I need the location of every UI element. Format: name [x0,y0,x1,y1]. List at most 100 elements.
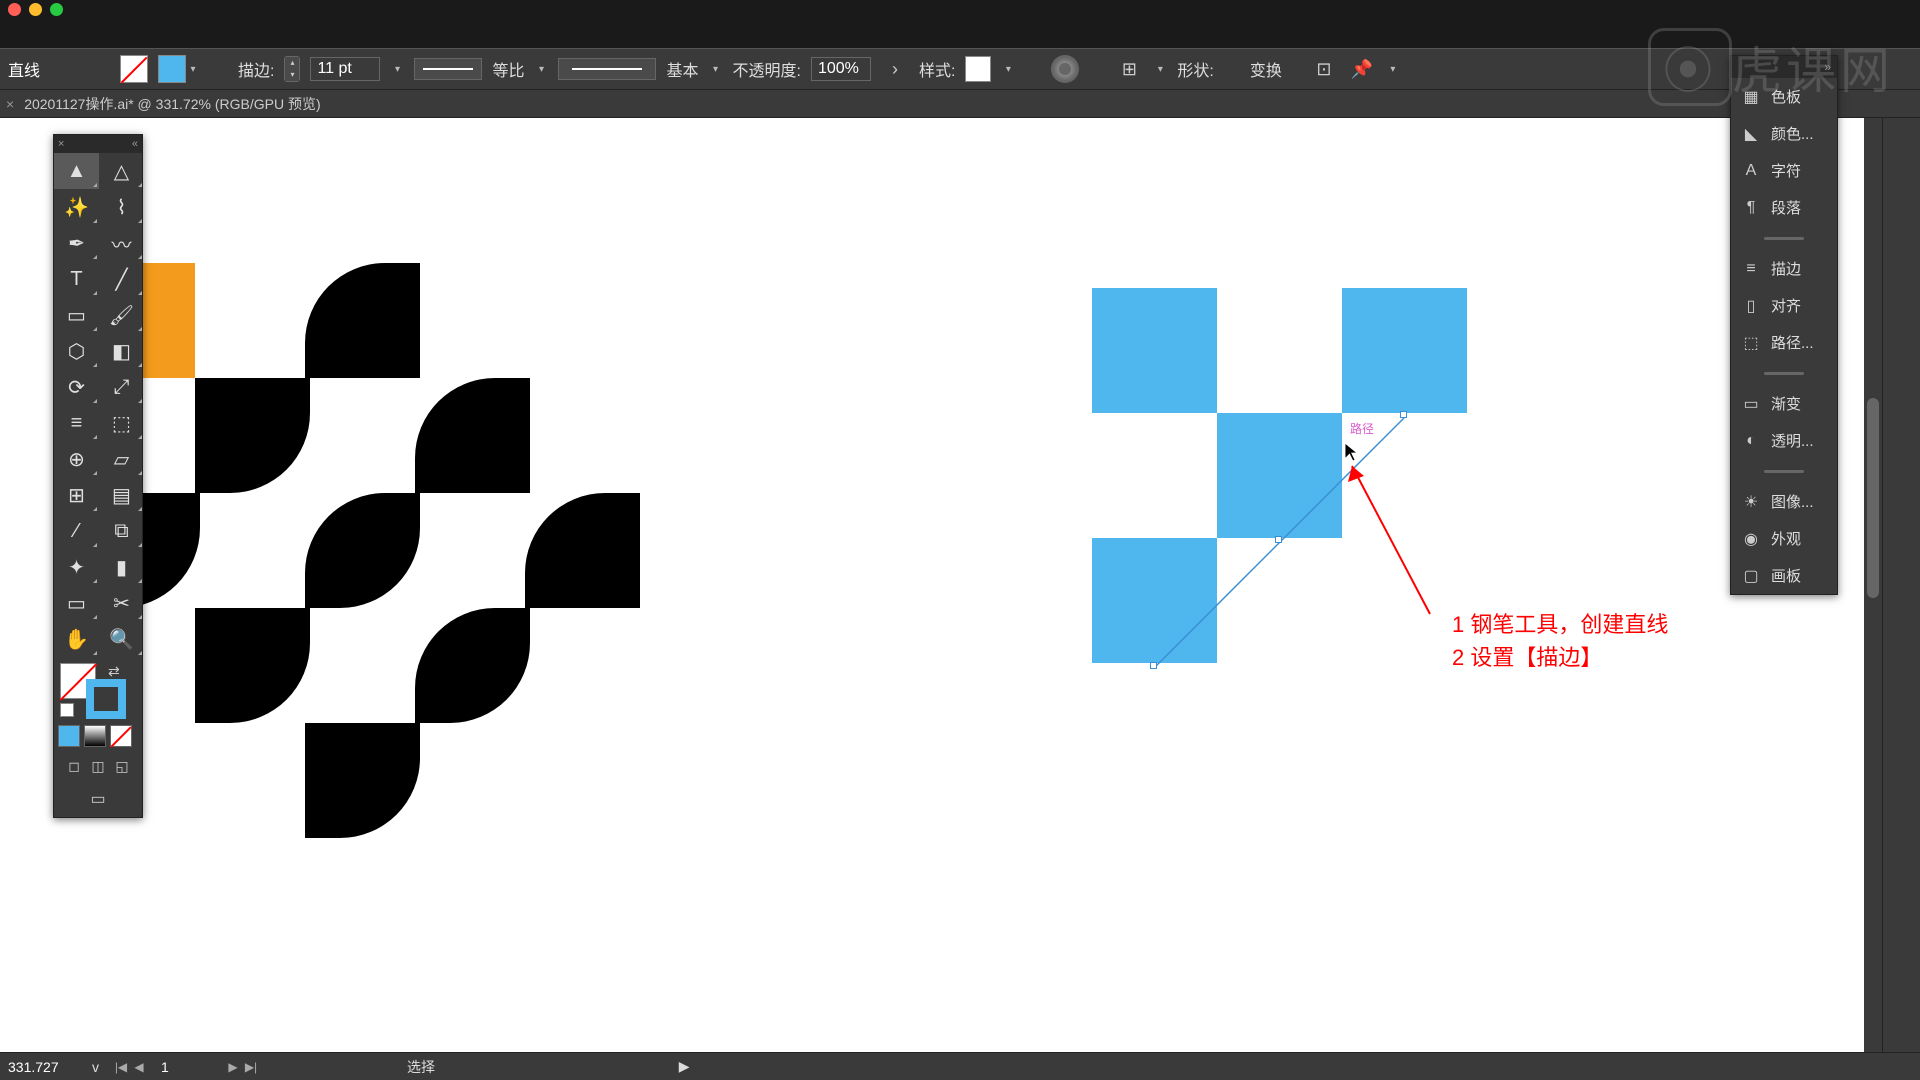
artboard-number-input[interactable] [161,1059,211,1075]
panel-character[interactable]: A字符 [1731,152,1837,189]
gradient-mode-button[interactable] [84,725,106,747]
recolor-artwork-icon[interactable] [1051,55,1079,83]
shaper-tool[interactable]: ⬡ [54,333,99,369]
magic-wand-tool[interactable]: ✨ [54,189,99,225]
vertical-scrollbar[interactable] [1864,118,1882,1052]
color-icon: ◣ [1741,124,1761,144]
panel-appearance[interactable]: ◉外观 [1731,520,1837,557]
paintbrush-tool[interactable]: 🖌 [99,297,144,333]
zoom-tool[interactable]: 🔍 [99,621,144,657]
draw-inside-icon[interactable]: ◱ [111,755,133,777]
scale-tool[interactable]: ⤢ [99,369,144,405]
panel-artboards[interactable]: ▢画板 [1731,557,1837,594]
align-icon[interactable]: ⊞ [1115,55,1143,83]
anchor-point[interactable] [1150,662,1157,669]
mac-close-button[interactable] [8,3,21,16]
chevron-down-icon[interactable]: ▾ [186,55,200,83]
draw-behind-icon[interactable]: ◫ [87,755,109,777]
chevron-down-icon[interactable]: ▾ [1386,55,1400,83]
lasso-tool[interactable]: ⌇ [99,189,144,225]
pen-tool[interactable]: ✒ [54,225,99,261]
direct-selection-tool[interactable]: △ [99,153,144,189]
chevron-down-icon[interactable]: ▾ [709,55,723,83]
scroll-right-icon[interactable]: ▶ [679,1058,690,1075]
gradient-tool[interactable]: ▤ [99,477,144,513]
stroke-weight-input[interactable] [310,57,380,81]
step-down-icon[interactable]: ▾ [285,69,299,81]
opacity-arrow-icon[interactable]: › [881,55,909,83]
color-mode-button[interactable] [58,725,80,747]
paragraph-icon: ¶ [1741,198,1761,218]
pin-icon[interactable]: 📌 [1348,55,1376,83]
panel-image-trace[interactable]: ☀图像... [1731,483,1837,520]
curvature-tool[interactable]: 〰 [99,225,144,261]
toolbox-close-icon[interactable]: × [58,138,64,150]
chevron-down-icon[interactable]: ▾ [390,55,404,83]
fill-swatch[interactable] [120,55,148,83]
stroke-swatch-wrapper[interactable]: ▾ [158,55,200,83]
fill-stroke-control[interactable]: ⇄ [58,661,138,717]
toolbox-collapse-icon[interactable]: « [132,138,138,150]
blue-square[interactable] [1342,288,1467,413]
rotate-tool[interactable]: ⟳ [54,369,99,405]
none-mode-button[interactable] [110,725,132,747]
chevron-down-icon[interactable]: ▾ [534,55,548,83]
anchor-point[interactable] [1275,536,1282,543]
chevron-down-icon[interactable]: ▾ [1001,55,1015,83]
chevron-down-icon[interactable]: ▾ [1153,55,1167,83]
selection-tool[interactable]: ▲ [54,153,99,189]
zoom-level-input[interactable] [8,1059,78,1075]
canvas[interactable]: 路径 1 钢笔工具，创建直线 2 设置【描边】 ARTSIGMA D UP [0,118,1882,1052]
stroke-swatch[interactable] [158,55,186,83]
anchor-point[interactable] [1400,411,1407,418]
blue-square[interactable] [1092,538,1217,663]
panel-gradient[interactable]: ▭渐变 [1731,385,1837,422]
nav-first-icon[interactable]: |◀ [113,1058,129,1076]
stroke-weight-stepper[interactable]: ▴ ▾ [284,56,300,82]
eyedropper-tool[interactable]: ⁄ [54,513,99,549]
screen-mode-button[interactable]: ▭ [54,781,142,817]
blue-square[interactable] [1092,288,1217,413]
nav-last-icon[interactable]: ▶| [243,1058,259,1076]
stroke-box[interactable] [86,679,126,719]
panel-paragraph[interactable]: ¶段落 [1731,189,1837,226]
swap-fill-stroke-icon[interactable]: ⇄ [108,663,120,680]
panel-color[interactable]: ◣颜色... [1731,115,1837,152]
free-transform-tool[interactable]: ⬚ [99,405,144,441]
zoom-dropdown-icon[interactable]: v [92,1059,99,1075]
nav-prev-icon[interactable]: ◀ [131,1058,147,1076]
hand-tool[interactable]: ✋ [54,621,99,657]
mac-maximize-button[interactable] [50,3,63,16]
panel-pathfinder[interactable]: ⬚路径... [1731,324,1837,361]
opacity-input[interactable] [811,57,871,81]
panel-align[interactable]: ▯对齐 [1731,287,1837,324]
default-fill-stroke-icon[interactable] [60,703,74,717]
width-tool[interactable]: ≡ [54,405,99,441]
panel-stroke[interactable]: ≡描边 [1731,250,1837,287]
slice-tool[interactable]: ✂ [99,585,144,621]
nav-next-icon[interactable]: ▶ [225,1058,241,1076]
step-up-icon[interactable]: ▴ [285,57,299,69]
artboard-tool[interactable]: ▭ [54,585,99,621]
rectangle-tool[interactable]: ▭ [54,297,99,333]
mesh-tool[interactable]: ⊞ [54,477,99,513]
style-swatch[interactable] [965,56,991,82]
draw-normal-icon[interactable]: ◻ [63,755,85,777]
brush-preview[interactable] [558,58,656,80]
stroke-profile-preview[interactable] [414,58,482,80]
shape-builder-tool[interactable]: ⊕ [54,441,99,477]
perspective-tool[interactable]: ▱ [99,441,144,477]
column-graph-tool[interactable]: ▮ [99,549,144,585]
eraser-tool[interactable]: ◧ [99,333,144,369]
type-tool[interactable]: T [54,261,99,297]
blend-tool[interactable]: ⧉ [99,513,144,549]
close-tab-icon[interactable]: × [6,96,14,112]
scrollbar-thumb[interactable] [1867,398,1879,598]
symbol-sprayer-tool[interactable]: ✦ [54,549,99,585]
document-tab[interactable]: × 20201127操作.ai* @ 331.72% (RGB/GPU 预览) [6,94,321,114]
isolate-icon[interactable]: ⊡ [1310,55,1338,83]
line-tool[interactable]: ╱ [99,261,144,297]
blue-square[interactable] [1217,413,1342,538]
panel-transparency[interactable]: ◐透明... [1731,422,1837,459]
mac-minimize-button[interactable] [29,3,42,16]
